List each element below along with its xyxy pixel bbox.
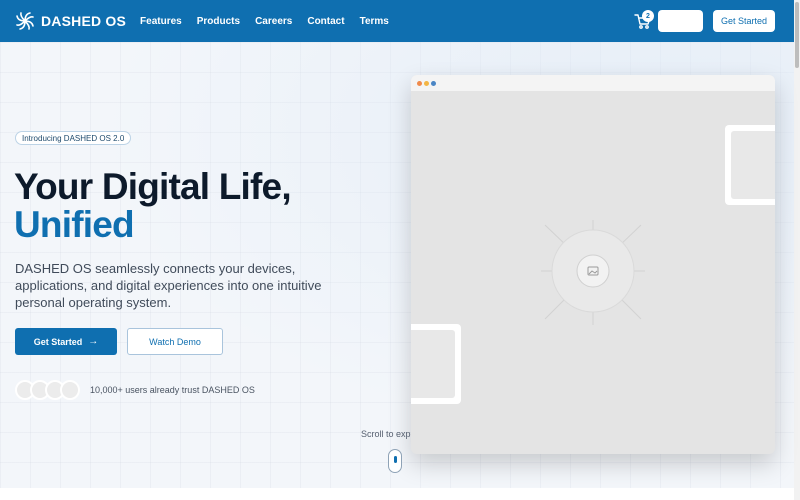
nav-products[interactable]: Products bbox=[197, 16, 240, 27]
nav-features[interactable]: Features bbox=[140, 16, 182, 27]
app-preview-window bbox=[411, 75, 775, 454]
brand-logo[interactable]: DASHED OS bbox=[15, 11, 126, 31]
main-nav: Features Products Careers Contact Terms bbox=[140, 16, 389, 27]
hero-headline: Your Digital Life, Unified bbox=[14, 168, 394, 244]
nav-terms[interactable]: Terms bbox=[360, 16, 389, 27]
floating-card-left bbox=[411, 324, 461, 404]
floating-card-right bbox=[725, 125, 775, 205]
user-avatars bbox=[15, 380, 85, 400]
avatar bbox=[60, 380, 80, 400]
headline-line-1: Your Digital Life, bbox=[14, 166, 292, 207]
brand-name: DASHED OS bbox=[41, 13, 127, 29]
card-preview bbox=[731, 131, 775, 199]
next-section-edge bbox=[0, 488, 794, 500]
trust-text: 10,000+ users already trust DASHED OS bbox=[90, 385, 255, 395]
page-scrollbar[interactable] bbox=[794, 0, 800, 500]
headline-accent: Unified bbox=[14, 204, 135, 245]
account-button[interactable] bbox=[658, 10, 703, 32]
scroll-hint: Scroll to exp bbox=[361, 429, 411, 439]
image-placeholder-graphic bbox=[541, 220, 645, 325]
mouse-scroll-icon[interactable] bbox=[388, 449, 402, 473]
scrollbar-thumb[interactable] bbox=[795, 2, 799, 68]
version-badge: Introducing DASHED OS 2.0 bbox=[15, 131, 132, 145]
nav-careers[interactable]: Careers bbox=[255, 16, 292, 27]
get-started-label: Get Started bbox=[33, 336, 83, 347]
mouse-wheel bbox=[394, 456, 397, 463]
hero-description: DASHED OS seamlessly connects your devic… bbox=[15, 261, 322, 310]
card-preview bbox=[411, 330, 455, 398]
watch-demo-button[interactable]: Watch Demo bbox=[127, 328, 223, 355]
nav-contact[interactable]: Contact bbox=[307, 16, 344, 27]
arrow-right-icon: → bbox=[88, 336, 99, 347]
get-started-button[interactable]: Get Started → bbox=[15, 328, 117, 355]
header-get-started-button[interactable]: Get Started bbox=[713, 10, 775, 32]
spiral-logo-icon bbox=[16, 12, 34, 30]
cart-count-badge: 2 bbox=[642, 10, 654, 22]
